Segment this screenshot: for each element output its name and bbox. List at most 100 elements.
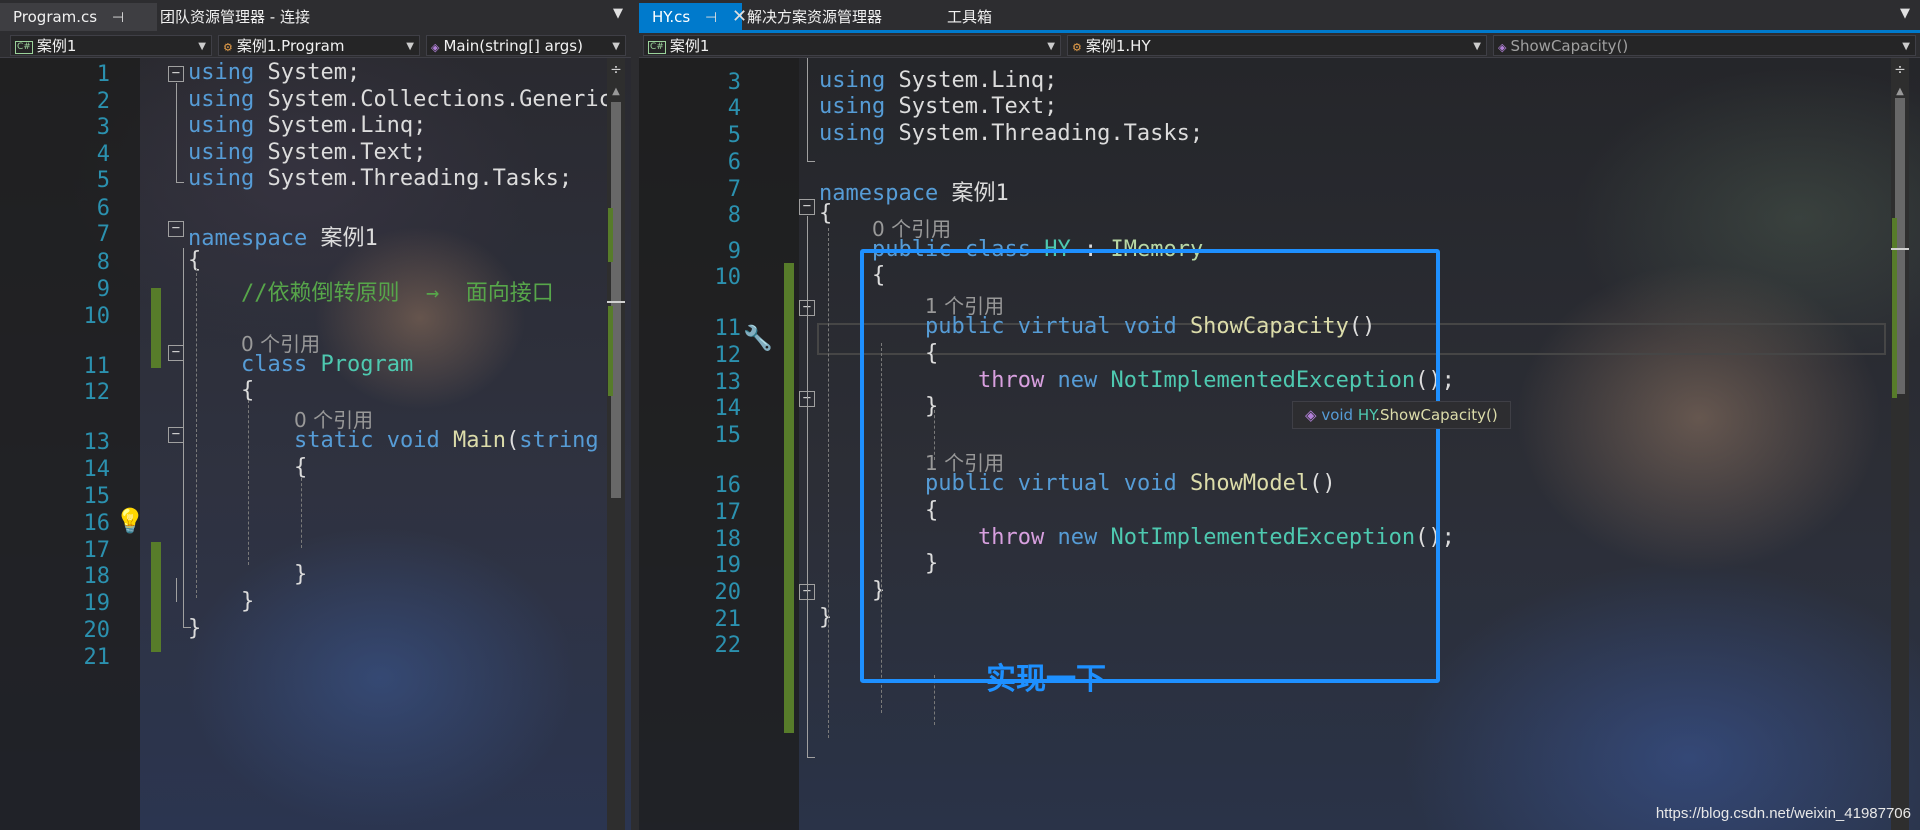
code-line[interactable]: class Program xyxy=(241,352,413,377)
code-line[interactable]: namespace 案例1 xyxy=(819,175,1009,207)
code-token: System.Collections.Generic xyxy=(254,87,612,112)
line-number: 21 xyxy=(83,645,111,670)
right-code-editor[interactable]: 3 using System.Linq; 4 using System.Text; 5 u… xyxy=(639,58,1920,830)
code-area[interactable]: 1 using System; 2 using System.Collections.… xyxy=(0,58,631,830)
code-token: namespace xyxy=(188,226,308,251)
class-dropdown[interactable]: ⚙ 案例1.Program ▼ xyxy=(218,35,420,56)
change-margin xyxy=(151,288,161,368)
code-line[interactable]: { xyxy=(188,248,201,273)
tab-label: Program.cs xyxy=(13,8,98,26)
annotation-box xyxy=(860,249,1440,683)
line-number: 20 xyxy=(714,580,742,605)
chevron-down-icon: ▼ xyxy=(1473,41,1481,52)
split-window-icon[interactable]: ÷ xyxy=(607,62,625,78)
code-token: { xyxy=(188,248,202,273)
code-line[interactable]: using System.Threading.Tasks; xyxy=(188,166,572,191)
code-line[interactable]: using System.Text; xyxy=(188,140,426,165)
line-number: 6 xyxy=(727,150,741,175)
code-line[interactable]: namespace 案例1 xyxy=(188,220,378,252)
member-dropdown[interactable]: ◈ Main(string[] args) ▼ xyxy=(426,35,626,56)
code-token: 案例1 xyxy=(938,181,1009,206)
line-number: 3 xyxy=(727,70,741,95)
code-line[interactable]: using System.Linq; xyxy=(819,68,1057,93)
vertical-scrollbar[interactable]: ÷ ▲ xyxy=(607,58,625,830)
chevron-down-icon: ▼ xyxy=(612,41,620,52)
code-token: 案例1 xyxy=(307,226,378,251)
scrollbar-thumb[interactable] xyxy=(611,102,621,498)
line-number: 19 xyxy=(714,553,742,578)
line-number: 11 xyxy=(83,354,111,379)
code-line[interactable]: { xyxy=(294,455,307,480)
tab-overflow-dropdown-icon[interactable]: ▼ xyxy=(613,6,623,21)
tab-solution-explorer[interactable]: 解决方案资源管理器 xyxy=(734,3,882,31)
wrench-brush-icon[interactable]: 🔧 xyxy=(743,324,773,352)
code-line[interactable]: } xyxy=(188,616,201,641)
left-editor-pane: Program.cs ⊣ 团队资源管理器 - 连接 ▼ C# 案例1 ▼ ⚙ 案例1… xyxy=(0,0,631,830)
code-token: System; xyxy=(254,60,361,85)
chevron-down-icon: ▼ xyxy=(1047,41,1055,52)
code-token: namespace xyxy=(819,181,939,206)
code-line[interactable]: //依赖倒转原则 → 面向接口 xyxy=(241,275,554,307)
code-line[interactable]: } xyxy=(819,605,832,630)
code-token: using xyxy=(819,121,886,146)
code-line[interactable]: using System.Linq; xyxy=(188,113,426,138)
fold-toggle-icon[interactable]: − xyxy=(168,427,184,443)
project-name: 案例1 xyxy=(36,37,77,55)
code-token: using xyxy=(188,113,255,138)
code-line[interactable]: using System.Threading.Tasks; xyxy=(819,121,1203,146)
member-dropdown[interactable]: ◈ ShowCapacity() ▼ xyxy=(1493,35,1916,56)
code-token: System.Linq; xyxy=(254,113,427,138)
code-line[interactable]: using System.Text; xyxy=(819,94,1057,119)
class-dropdown[interactable]: ⚙ 案例1.HY ▼ xyxy=(1067,35,1487,56)
tooltip-class: HY xyxy=(1357,406,1376,424)
scroll-up-arrow-icon[interactable]: ▲ xyxy=(607,86,625,97)
left-code-editor[interactable]: 1 using System; 2 using System.Collections.… xyxy=(0,58,631,830)
lightbulb-icon[interactable]: 💡 xyxy=(115,507,145,535)
code-line[interactable]: } xyxy=(294,562,307,587)
annotation-label: 实现一下 xyxy=(986,662,1106,697)
code-token: System.Threading.Tasks; xyxy=(254,166,573,191)
code-token: System.Text; xyxy=(885,94,1058,119)
line-number: 8 xyxy=(96,250,110,275)
fold-toggle-icon[interactable]: − xyxy=(168,221,184,237)
code-line[interactable]: using System; xyxy=(188,60,360,85)
code-token: Main xyxy=(452,428,506,453)
line-number: 11 xyxy=(714,316,742,341)
member-name: Main(string[] args) xyxy=(443,37,583,55)
tab-team-explorer[interactable]: 团队资源管理器 - 连接 xyxy=(147,3,310,31)
fold-toggle-icon[interactable]: − xyxy=(799,199,815,215)
pane-splitter[interactable] xyxy=(631,0,639,830)
line-number: 6 xyxy=(96,196,110,221)
code-line[interactable]: } xyxy=(241,589,254,614)
change-margin xyxy=(151,542,161,652)
line-number: 14 xyxy=(83,457,111,482)
pin-icon[interactable]: ⊣ xyxy=(112,4,124,32)
csharp-project-icon: C# xyxy=(15,41,33,54)
pin-icon[interactable]: ⊣ xyxy=(705,4,717,32)
tab-toolbox[interactable]: 工具箱 xyxy=(934,3,992,31)
line-number: 9 xyxy=(727,239,741,264)
line-number: 18 xyxy=(714,527,742,552)
project-dropdown[interactable]: C# 案例1 ▼ xyxy=(643,35,1061,56)
code-line[interactable]: { xyxy=(819,201,832,226)
scroll-up-arrow-icon[interactable]: ▲ xyxy=(1891,86,1909,97)
code-line[interactable]: static void Main(string xyxy=(294,428,599,453)
project-dropdown[interactable]: C# 案例1 ▼ xyxy=(10,35,212,56)
line-number: 12 xyxy=(83,380,111,405)
fold-toggle-icon[interactable]: − xyxy=(168,66,184,82)
split-window-icon[interactable]: ÷ xyxy=(1891,62,1909,78)
tab-program-cs[interactable]: Program.cs ⊣ xyxy=(0,3,157,31)
tab-overflow-dropdown-icon[interactable]: ▼ xyxy=(1900,6,1910,21)
class-icon: ⚙ xyxy=(223,41,233,54)
vertical-scrollbar[interactable]: ÷ ▲ xyxy=(1891,58,1909,830)
code-token: static xyxy=(294,428,374,453)
fold-toggle-icon[interactable]: − xyxy=(168,345,184,361)
code-token: using xyxy=(819,94,886,119)
line-number: 15 xyxy=(83,484,111,509)
line-number: 18 xyxy=(83,564,111,589)
tab-hy-cs[interactable]: HY.cs ⊣ ✕ xyxy=(639,3,747,32)
code-line[interactable]: using System.Collections.Generic xyxy=(188,87,612,112)
right-tab-bar: HY.cs ⊣ ✕ 解决方案资源管理器 工具箱 ▼ xyxy=(639,0,1920,33)
